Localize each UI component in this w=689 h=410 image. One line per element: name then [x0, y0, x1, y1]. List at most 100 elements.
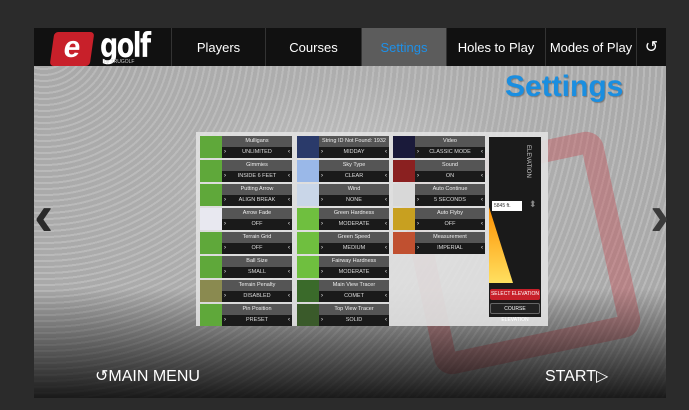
- setting-name: Terrain Penalty: [222, 280, 292, 291]
- setting-gimmies[interactable]: Gimmies INSIDE 6 FEET › ‹: [200, 160, 292, 182]
- setting-string-id-not-found-1932[interactable]: String ID Not Found: 1932 MIDDAY › ‹: [297, 136, 389, 158]
- tab-settings[interactable]: Settings: [361, 28, 446, 66]
- setting-value: INSIDE 6 FEET: [222, 171, 292, 182]
- arrow-left-icon[interactable]: ›: [417, 195, 419, 206]
- setting-name: Auto Continue: [415, 184, 485, 195]
- setting-name: Fairway Hardness: [319, 256, 389, 267]
- arrow-left-icon[interactable]: ›: [224, 195, 226, 206]
- arrow-left-icon[interactable]: ›: [417, 243, 419, 254]
- arrow-right-icon[interactable]: ‹: [288, 267, 290, 278]
- arrow-left-icon[interactable]: ›: [321, 243, 323, 254]
- setting-video[interactable]: Video CLASSIC MODE › ‹: [393, 136, 485, 158]
- main-menu-button[interactable]: ↺MAIN MENU: [95, 366, 200, 386]
- setting-green-speed[interactable]: Green Speed MEDIUM › ‹: [297, 232, 389, 254]
- setting-value: ALIGN BREAK: [222, 195, 292, 206]
- setting-thumbnail-icon: [297, 256, 319, 278]
- arrow-left-icon[interactable]: ›: [321, 219, 323, 230]
- setting-measurement[interactable]: Measurement IMPERIAL › ‹: [393, 232, 485, 254]
- arrow-left-icon[interactable]: ›: [321, 315, 323, 326]
- setting-name: Video: [415, 136, 485, 147]
- arrow-right-icon[interactable]: ‹: [288, 171, 290, 182]
- arrow-right-icon[interactable]: ‹: [385, 243, 387, 254]
- arrow-left-icon[interactable]: ›: [224, 315, 226, 326]
- setting-main-view-tracer[interactable]: Main View Tracer COMET › ‹: [297, 280, 389, 302]
- setting-value: MODERATE: [319, 219, 389, 230]
- arrow-left-icon[interactable]: ›: [224, 291, 226, 302]
- start-button[interactable]: START▷: [545, 366, 608, 386]
- arrow-right-icon[interactable]: ‹: [288, 195, 290, 206]
- arrow-left-icon[interactable]: ›: [321, 267, 323, 278]
- next-arrow-icon[interactable]: ›: [650, 187, 669, 245]
- setting-mulligans[interactable]: Mulligans UNLIMITED › ‹: [200, 136, 292, 158]
- elevation-readout[interactable]: 5845 ft.: [492, 201, 522, 211]
- tab-courses[interactable]: Courses: [265, 28, 361, 66]
- arrow-left-icon[interactable]: ›: [321, 147, 323, 158]
- arrow-right-icon[interactable]: ‹: [288, 291, 290, 302]
- arrow-left-icon[interactable]: ›: [224, 171, 226, 182]
- arrow-right-icon[interactable]: ‹: [288, 243, 290, 254]
- arrow-right-icon[interactable]: ‹: [385, 267, 387, 278]
- arrow-right-icon[interactable]: ‹: [481, 219, 483, 230]
- arrow-left-icon[interactable]: ›: [417, 171, 419, 182]
- setting-value: MIDDAY: [319, 147, 389, 158]
- tab-holes-to-play[interactable]: Holes to Play: [446, 28, 545, 66]
- setting-terrain-grid[interactable]: Terrain Grid OFF › ‹: [200, 232, 292, 254]
- setting-thumbnail-icon: [393, 208, 415, 230]
- setting-name: Sound: [415, 160, 485, 171]
- arrow-left-icon[interactable]: ›: [224, 243, 226, 254]
- arrow-right-icon[interactable]: ‹: [288, 315, 290, 326]
- setting-arrow-fade[interactable]: Arrow Fade OFF › ‹: [200, 208, 292, 230]
- arrow-right-icon[interactable]: ‹: [481, 171, 483, 182]
- arrow-left-icon[interactable]: ›: [321, 171, 323, 182]
- arrow-left-icon[interactable]: ›: [321, 291, 323, 302]
- arrow-right-icon[interactable]: ‹: [481, 243, 483, 254]
- arrow-right-icon[interactable]: ‹: [385, 219, 387, 230]
- setting-terrain-penalty[interactable]: Terrain Penalty DISABLED › ‹: [200, 280, 292, 302]
- select-elevation-button[interactable]: SELECT ELEVATION: [490, 289, 540, 300]
- arrow-right-icon[interactable]: ‹: [385, 291, 387, 302]
- up-down-icon[interactable]: ⬍: [529, 199, 537, 210]
- arrow-left-icon[interactable]: ›: [417, 147, 419, 158]
- setting-sky-type[interactable]: Sky Type CLEAR › ‹: [297, 160, 389, 182]
- setting-value: MEDIUM: [319, 243, 389, 254]
- setting-thumbnail-icon: [393, 136, 415, 158]
- setting-auto-flyby[interactable]: Auto Flyby OFF › ‹: [393, 208, 485, 230]
- tab-modes-of-play[interactable]: Modes of Play: [545, 28, 636, 66]
- setting-name: Pin Position: [222, 304, 292, 315]
- course-elevation-button[interactable]: COURSE ELEVATION: [490, 303, 540, 323]
- arrow-right-icon[interactable]: ‹: [385, 315, 387, 326]
- arrow-left-icon[interactable]: ›: [321, 195, 323, 206]
- arrow-right-icon[interactable]: ‹: [288, 219, 290, 230]
- arrow-right-icon[interactable]: ‹: [385, 147, 387, 158]
- arrow-right-icon[interactable]: ‹: [385, 171, 387, 182]
- tab-players[interactable]: Players: [171, 28, 265, 66]
- setting-name: Mulligans: [222, 136, 292, 147]
- setting-value: OFF: [222, 243, 292, 254]
- setting-fairway-hardness[interactable]: Fairway Hardness MODERATE › ‹: [297, 256, 389, 278]
- setting-putting-arrow[interactable]: Putting Arrow ALIGN BREAK › ‹: [200, 184, 292, 206]
- setting-top-view-tracer[interactable]: Top View Tracer SOLID › ‹: [297, 304, 389, 326]
- arrow-left-icon[interactable]: ›: [224, 219, 226, 230]
- setting-ball-size[interactable]: Ball Size SMALL › ‹: [200, 256, 292, 278]
- arrow-right-icon[interactable]: ‹: [481, 147, 483, 158]
- arrow-left-icon[interactable]: ›: [224, 267, 226, 278]
- arrow-left-icon[interactable]: ›: [224, 147, 226, 158]
- setting-thumbnail-icon: [200, 232, 222, 254]
- setting-value: NONE: [319, 195, 389, 206]
- prev-arrow-icon[interactable]: ‹: [34, 187, 53, 245]
- setting-thumbnail-icon: [200, 280, 222, 302]
- setting-wind[interactable]: Wind NONE › ‹: [297, 184, 389, 206]
- e6-golf-logo: e golf by TRUGOLF: [34, 28, 171, 66]
- setting-sound[interactable]: Sound ON › ‹: [393, 160, 485, 182]
- setting-pin-position[interactable]: Pin Position PRESET › ‹: [200, 304, 292, 326]
- setting-thumbnail-icon: [200, 208, 222, 230]
- setting-thumbnail-icon: [297, 208, 319, 230]
- arrow-right-icon[interactable]: ‹: [385, 195, 387, 206]
- setting-green-hardness[interactable]: Green Hardness MODERATE › ‹: [297, 208, 389, 230]
- arrow-left-icon[interactable]: ›: [417, 219, 419, 230]
- arrow-right-icon[interactable]: ‹: [481, 195, 483, 206]
- setting-thumbnail-icon: [297, 184, 319, 206]
- back-icon[interactable]: ↺: [636, 28, 666, 66]
- arrow-right-icon[interactable]: ‹: [288, 147, 290, 158]
- setting-auto-continue[interactable]: Auto Continue 5 SECONDS › ‹: [393, 184, 485, 206]
